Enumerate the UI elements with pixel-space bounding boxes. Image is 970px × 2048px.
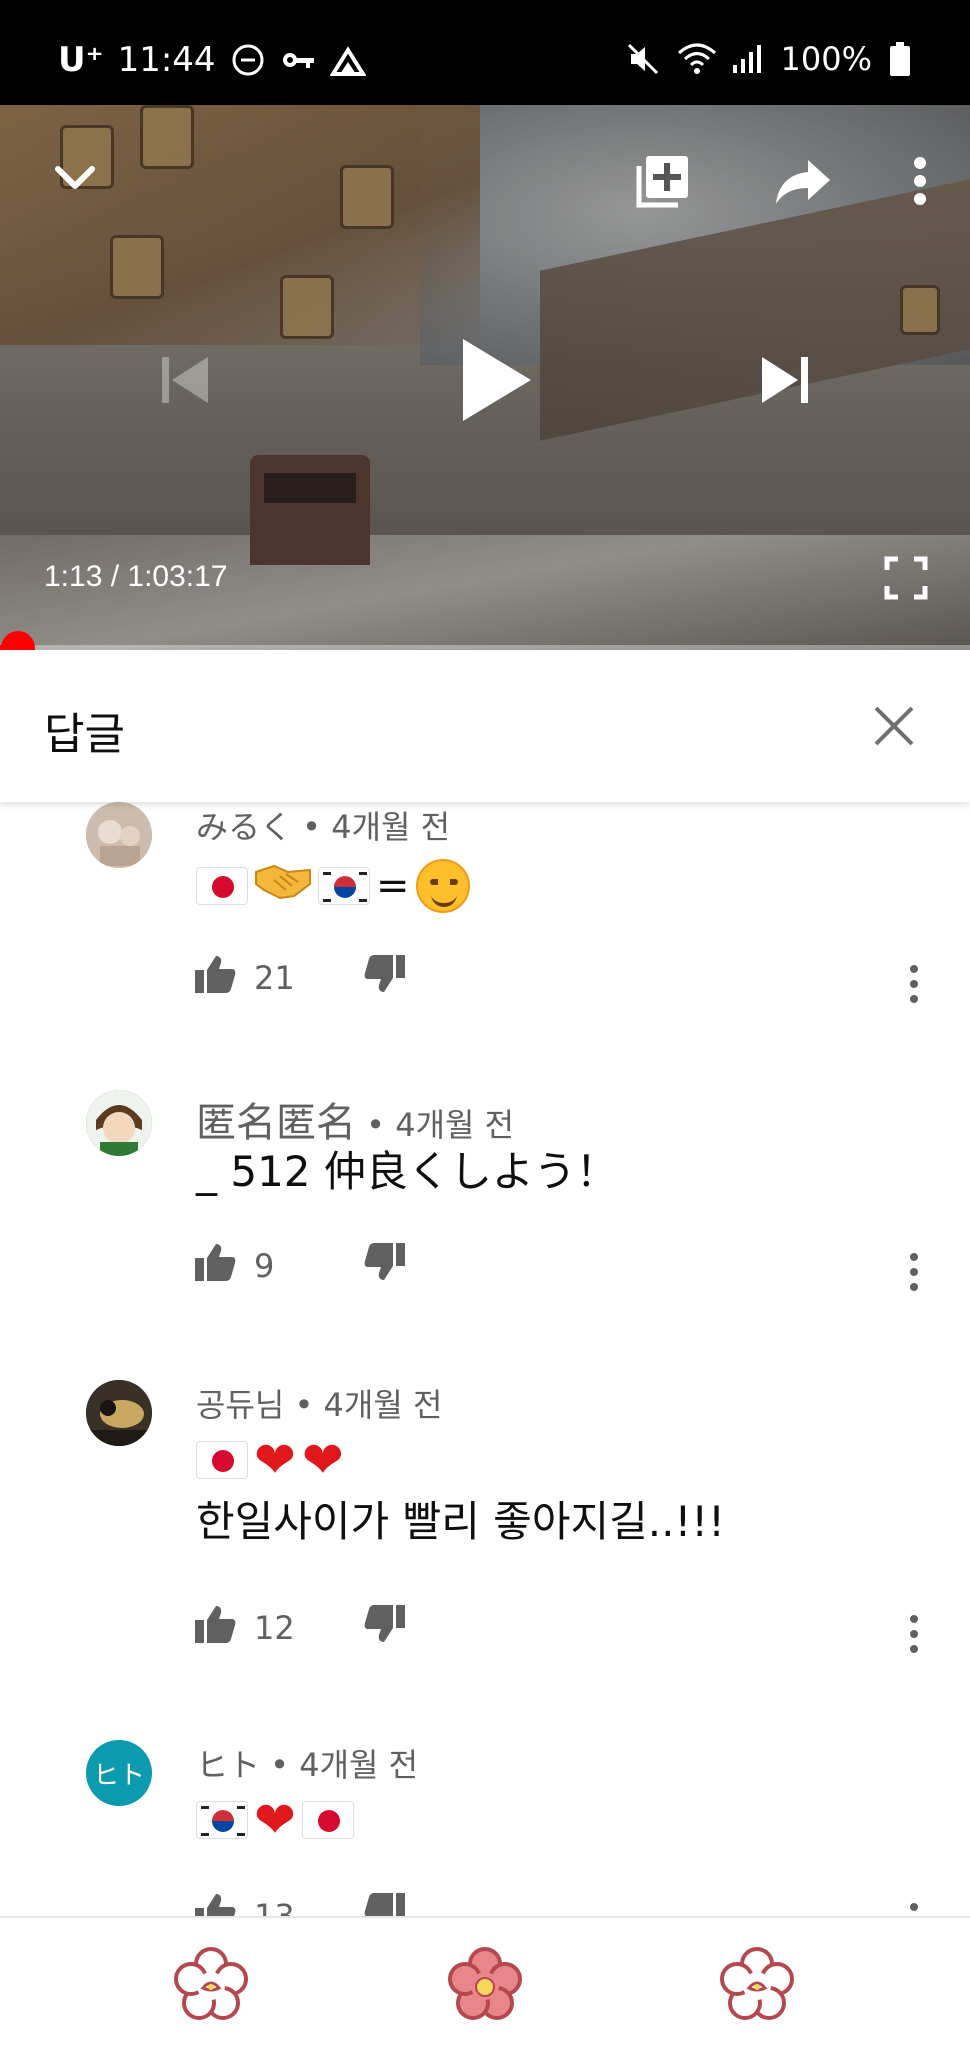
thumb-up-icon <box>194 1604 236 1652</box>
comment-actions: 21 <box>194 954 934 1014</box>
close-icon[interactable] <box>858 690 930 762</box>
like-count: 13 <box>254 1897 295 1916</box>
mute-icon <box>625 41 661 77</box>
video-player[interactable]: 1:13 / 1:03:17 <box>0 105 970 650</box>
thumb-up-icon <box>194 954 236 1002</box>
status-bar: U⁺ 11:44 100% <box>0 0 970 105</box>
replies-list[interactable]: みるく • 4개월 전 = 21 匿名匿名 • 4개월 전 _ 512 仲良くし… <box>0 802 970 1916</box>
smiling-face-icon <box>415 859 470 913</box>
comment-text: 한일사이가 빨리 좋아지길..!!! <box>196 1497 725 1546</box>
comment-meta: 공듀님 • 4개월 전 <box>196 1386 443 1424</box>
comment-more-icon[interactable] <box>894 1604 934 1664</box>
battery-percent: 100% <box>780 40 872 78</box>
heart-icon: ❤ <box>254 1431 296 1489</box>
avatar[interactable] <box>86 1090 152 1156</box>
like-count: 9 <box>254 1247 275 1285</box>
comment-text: ❤ <box>196 1788 354 1852</box>
avatar[interactable] <box>86 1380 152 1446</box>
dislike-button[interactable] <box>364 1242 406 1286</box>
minus-circle-icon <box>230 42 266 78</box>
thumb-up-icon <box>194 1892 236 1916</box>
collapse-chevron-icon[interactable] <box>40 143 110 213</box>
replies-title: 답글 <box>44 709 125 760</box>
dislike-button[interactable] <box>364 1892 406 1916</box>
carrier-label: U⁺ <box>58 40 104 80</box>
clock: 11:44 <box>117 40 216 80</box>
japan-flag-icon <box>196 1441 248 1479</box>
like-button[interactable]: 12 <box>194 1604 295 1652</box>
handshake-icon <box>254 854 312 918</box>
like-button[interactable]: 13 <box>194 1892 295 1916</box>
comment-text: _ 512 仲良くしよう！ <box>196 1147 618 1196</box>
comment-meta: ヒト • 4개월 전 <box>196 1746 419 1784</box>
flower-filled-icon[interactable] <box>446 1946 524 2024</box>
comment-more-icon[interactable] <box>894 1892 934 1916</box>
equals-sign: = <box>376 863 410 909</box>
comment-actions: 12 <box>194 1604 934 1664</box>
korea-flag-icon <box>196 1801 248 1839</box>
replies-panel-header: 답글 <box>0 650 970 802</box>
comment-text: = <box>196 854 470 918</box>
like-count: 21 <box>254 959 295 997</box>
thumb-up-icon <box>194 1242 236 1290</box>
heart-icon: ❤ <box>254 1791 296 1849</box>
japan-flag-icon <box>196 867 248 905</box>
bottom-navigation <box>0 1916 970 2048</box>
thumb-down-icon <box>364 1243 406 1286</box>
comment-actions: 13 <box>194 1892 934 1916</box>
thumb-down-icon <box>364 1605 406 1648</box>
comment-age: • 4개월 전 <box>356 1106 515 1144</box>
play-icon[interactable] <box>440 325 550 435</box>
signal-icon <box>729 41 765 77</box>
add-to-playlist-icon[interactable] <box>625 143 700 218</box>
dislike-button[interactable] <box>364 1604 406 1648</box>
like-button[interactable]: 9 <box>194 1242 274 1290</box>
playback-time: 1:13 / 1:03:17 <box>44 560 228 593</box>
battery-icon <box>888 41 924 77</box>
japan-flag-icon <box>301 1801 354 1839</box>
key-icon <box>280 42 316 78</box>
dislike-button[interactable] <box>364 954 406 998</box>
more-vert-icon[interactable] <box>895 143 945 218</box>
like-button[interactable]: 21 <box>194 954 295 1002</box>
comment-actions: 9 <box>194 1242 934 1302</box>
comment-emoji-line: ❤ ❤ <box>196 1428 344 1492</box>
heart-icon: ❤ <box>301 1431 344 1489</box>
next-icon[interactable] <box>750 345 820 415</box>
like-count: 12 <box>254 1609 295 1647</box>
avatar[interactable]: ヒト <box>86 1740 152 1806</box>
avatar[interactable] <box>86 802 152 868</box>
share-icon[interactable] <box>765 143 840 218</box>
previous-icon[interactable] <box>150 345 220 415</box>
thumb-down-icon <box>364 955 406 998</box>
fullscreen-icon[interactable] <box>878 550 934 606</box>
comment-more-icon[interactable] <box>894 1242 934 1302</box>
comment-more-icon[interactable] <box>894 954 934 1014</box>
flower-outline-icon[interactable] <box>718 1946 796 2024</box>
wifi-icon <box>677 41 716 77</box>
comment-meta: みるく • 4개월 전 <box>196 808 451 846</box>
korea-flag-icon <box>318 867 370 905</box>
flower-outline-icon[interactable] <box>172 1946 250 2024</box>
cast-icon <box>328 42 367 78</box>
